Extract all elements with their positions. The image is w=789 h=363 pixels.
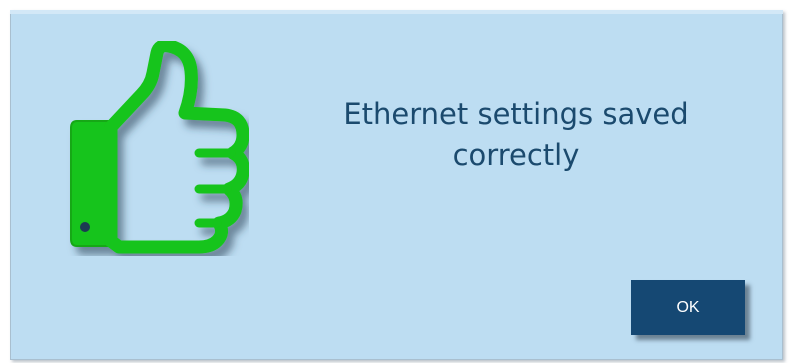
thumbs-up-icon xyxy=(49,41,249,256)
status-message: Ethernet settings saved correctly xyxy=(286,94,746,176)
dialog: Ethernet settings saved correctly OK xyxy=(10,10,783,360)
status-message-line-2: correctly xyxy=(452,138,580,172)
ok-button[interactable]: OK xyxy=(631,280,745,335)
status-message-line-1: Ethernet settings saved xyxy=(343,97,689,131)
